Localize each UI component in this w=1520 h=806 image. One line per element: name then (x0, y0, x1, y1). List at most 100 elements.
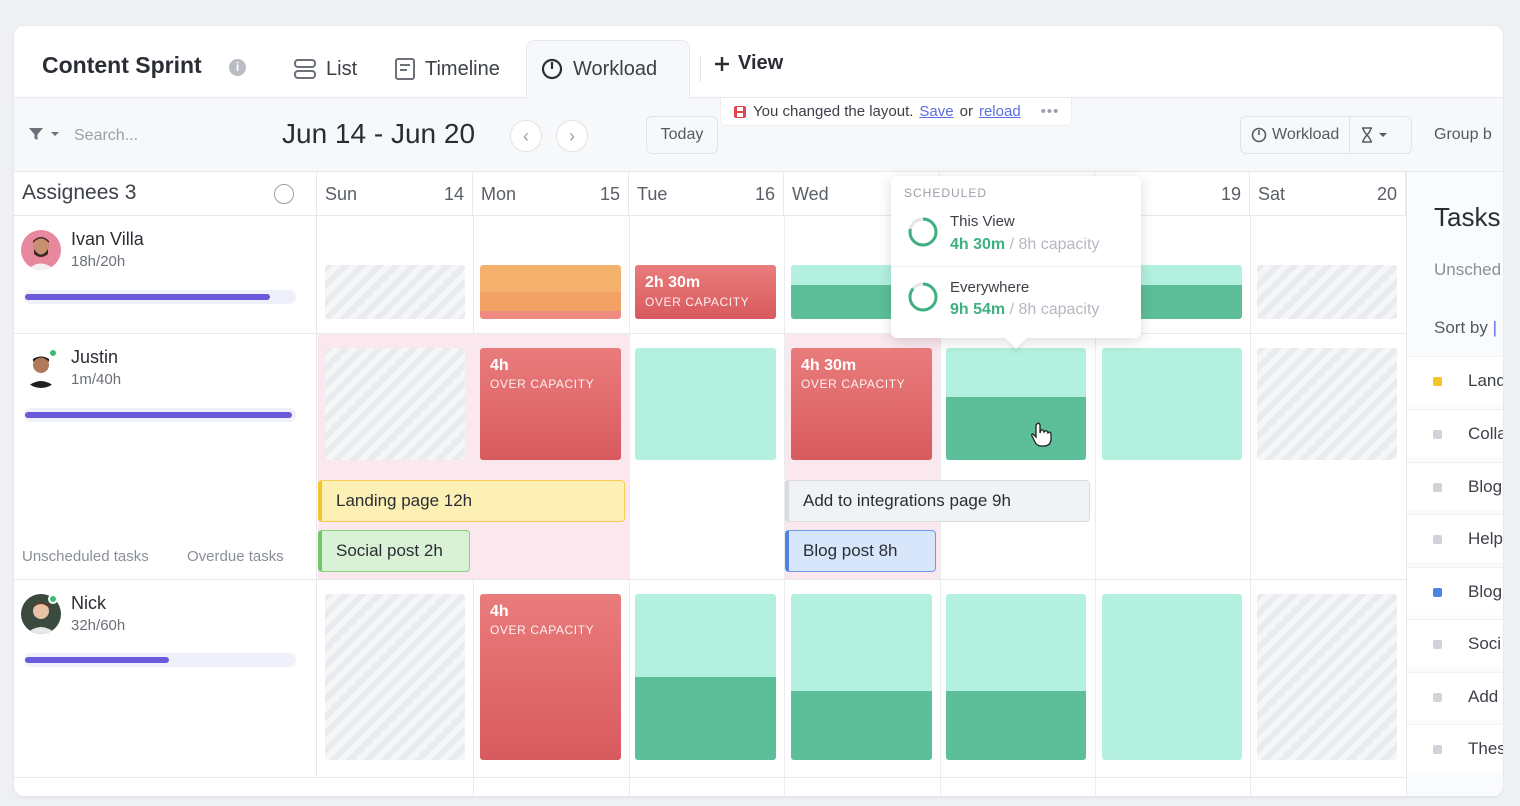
tab-divider (700, 56, 701, 82)
capacity-bar-fill (25, 412, 292, 418)
side-task-name: Blog (1468, 582, 1503, 601)
day-cell-over-capacity[interactable]: 4h 30m OVER CAPACITY (791, 348, 932, 460)
overdue-tasks-link[interactable]: Overdue tasks (187, 548, 284, 565)
day-cell-available[interactable] (791, 594, 932, 760)
day-cell-available[interactable] (1102, 348, 1242, 460)
page-title: Content Sprint (42, 52, 202, 78)
collapse-icon[interactable] (274, 184, 294, 204)
task-bar[interactable]: Social post 2h (318, 530, 470, 572)
assignee-justin[interactable]: Justin 1m/40h Unscheduled tasks Overdue … (14, 334, 317, 579)
day-cell-available[interactable] (635, 348, 776, 460)
scheduled-fill (946, 397, 1086, 460)
day-cell-over-capacity[interactable]: 4h OVER CAPACITY (480, 594, 621, 760)
day-number: 14 (443, 184, 464, 204)
reload-link[interactable]: reload (979, 103, 1021, 120)
capacity-bar (24, 290, 296, 304)
save-disk-icon (734, 105, 746, 118)
progress-ring-icon (908, 217, 938, 247)
status-square-icon (1433, 535, 1442, 544)
caret-down-icon (1379, 133, 1388, 137)
side-task-item[interactable]: Blog (1407, 462, 1503, 510)
side-task-item[interactable]: Land (1407, 356, 1503, 404)
day-cell-unavailable (1257, 265, 1397, 319)
workload-settings: Workload (1240, 116, 1412, 154)
tooltip-item-value: 4h 30m / 8h capacity (950, 236, 1100, 253)
over-capacity-label: OVER CAPACITY (490, 377, 595, 391)
assignee-row-justin: Justin 1m/40h Unscheduled tasks Overdue … (14, 334, 1406, 580)
day-cell-over-capacity[interactable]: 4h OVER CAPACITY (480, 348, 621, 460)
capacity-bar-fill (25, 294, 270, 300)
list-icon (294, 59, 316, 79)
unscheduled-tab[interactable]: Unsched (1434, 260, 1501, 280)
day-cell-available[interactable] (635, 594, 776, 760)
sort-by-control[interactable]: Sort by | (1434, 318, 1497, 338)
side-task-item[interactable]: Colla (1407, 409, 1503, 457)
scheduled-hours: 4h (490, 357, 509, 374)
assignee-name: Ivan Villa (71, 229, 144, 249)
more-options-icon[interactable]: ••• (1041, 103, 1060, 120)
online-status-icon (48, 594, 58, 604)
filter-button[interactable] (28, 126, 60, 142)
day-header-tue: Tue 16 (629, 172, 784, 216)
tab-list[interactable]: List (280, 40, 371, 98)
workload-button[interactable]: Workload (1241, 117, 1351, 153)
day-cell-unavailable (1257, 348, 1397, 460)
day-name: Mon (481, 184, 517, 204)
tooltip-item-value: 9h 54m / 8h capacity (950, 301, 1100, 318)
scheduled-fill (635, 677, 776, 760)
add-view-button[interactable]: View (714, 52, 783, 75)
caret-down-icon (51, 132, 59, 136)
chevron-right-icon: › (569, 126, 575, 146)
app-window: Content Sprint i List Timeline Workload … (14, 26, 1503, 796)
info-icon[interactable]: i (229, 59, 246, 76)
day-cell-available[interactable] (946, 594, 1086, 760)
side-task-name: Soci (1468, 634, 1502, 653)
day-cell-over-capacity[interactable]: 2h 30m OVER CAPACITY (635, 265, 776, 319)
side-task-item[interactable]: Soci (1407, 619, 1503, 667)
day-cell-available[interactable] (1102, 594, 1242, 760)
workload-icon (1251, 127, 1267, 143)
group-by-button[interactable]: Group b (1434, 126, 1492, 144)
side-task-item[interactable]: Add (1407, 672, 1503, 720)
assignee-row-ivan: Ivan Villa 18h/20h 2h 30m OVER CAPACITY (14, 216, 1406, 334)
today-button[interactable]: Today (646, 116, 718, 154)
day-cell-unavailable (325, 594, 465, 760)
scheduled-tooltip: SCHEDULED This View 4h 30m / 8h capacity… (891, 176, 1141, 338)
save-link[interactable]: Save (919, 103, 953, 120)
over-capacity-label: OVER CAPACITY (490, 623, 595, 637)
day-number: 16 (754, 184, 775, 204)
side-task-item[interactable]: Thes (1407, 724, 1503, 772)
unscheduled-tasks-link[interactable]: Unscheduled tasks (22, 548, 149, 565)
tab-list-label: List (326, 57, 358, 80)
workload-grid: Assignees 3 Sun 14 Mon 15 Tue 16 Wed 19 Sat… (14, 172, 1406, 796)
time-estimate-button[interactable] (1350, 127, 1398, 143)
prev-week-button[interactable]: ‹ (510, 120, 542, 152)
side-task-name: Blog (1468, 477, 1503, 496)
assignee-nick[interactable]: Nick 32h/60h (14, 580, 317, 777)
tab-timeline-label: Timeline (425, 57, 500, 80)
tab-workload[interactable]: Workload (526, 40, 690, 98)
day-cell-available[interactable] (946, 348, 1086, 460)
day-cell-near-capacity[interactable] (480, 265, 621, 319)
tooltip-item-everywhere: Everywhere 9h 54m / 8h capacity (891, 266, 1141, 332)
day-header-sat: Sat 20 (1250, 172, 1406, 216)
next-week-button[interactable]: › (556, 120, 588, 152)
view-header: Content Sprint i List Timeline Workload … (14, 26, 1503, 98)
task-bar[interactable]: Blog post 8h (785, 530, 936, 572)
tooltip-item-this-view: This View 4h 30m / 8h capacity (891, 202, 1141, 268)
side-task-item[interactable]: Blog (1407, 567, 1503, 615)
day-number: 19 (1220, 184, 1241, 204)
over-capacity-label: OVER CAPACITY (801, 377, 906, 391)
tab-timeline[interactable]: Timeline (381, 40, 514, 98)
status-square-icon (1433, 693, 1442, 702)
scheduled-hours: 4h 30m (801, 357, 857, 374)
side-panel-title: Tasks (1434, 202, 1501, 232)
search-input[interactable] (74, 124, 224, 148)
assignee-ivan[interactable]: Ivan Villa 18h/20h (14, 216, 317, 333)
over-capacity-label: OVER CAPACITY (645, 295, 750, 309)
date-range: Jun 14 - Jun 20 (282, 118, 476, 149)
pointer-cursor-icon (1031, 422, 1052, 447)
task-bar[interactable]: Landing page 12h (318, 480, 625, 522)
task-bar[interactable]: Add to integrations page 9h (785, 480, 1090, 522)
side-task-item[interactable]: Help (1407, 514, 1503, 562)
